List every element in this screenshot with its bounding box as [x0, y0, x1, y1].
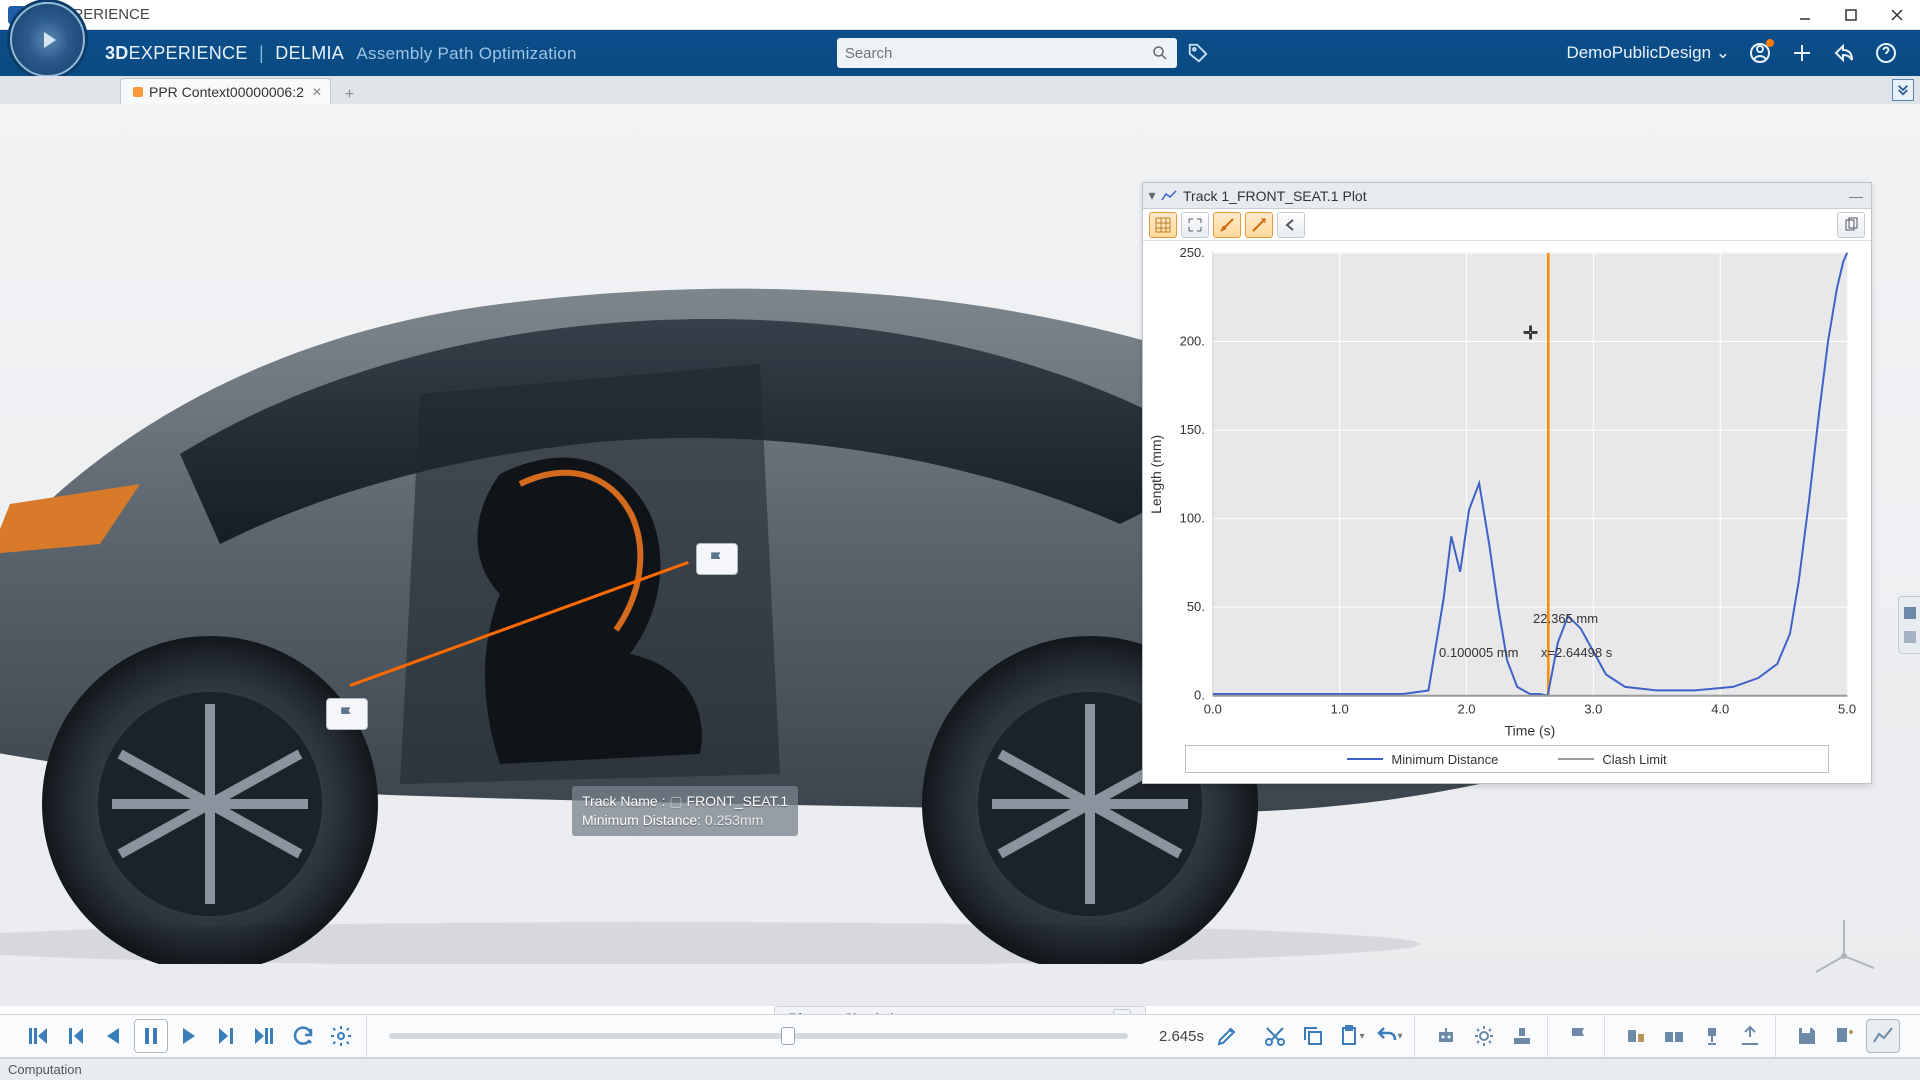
svg-text:Length (mm): Length (mm) [1148, 435, 1164, 514]
play-reverse-button[interactable] [96, 1019, 130, 1053]
svg-text:5.0: 5.0 [1838, 702, 1856, 717]
svg-text:200.: 200. [1180, 334, 1205, 349]
tab-add-button[interactable]: + [339, 86, 360, 104]
window-close-button[interactable] [1874, 0, 1920, 30]
plot-crosshair-icon: ✛ [1523, 323, 1538, 344]
copy-button[interactable] [1296, 1019, 1330, 1053]
time-readout: 2.645s [1150, 1028, 1204, 1045]
tool-flag-button[interactable] [1562, 1019, 1596, 1053]
svg-text:Time (s): Time (s) [1505, 723, 1556, 739]
svg-text:1.0: 1.0 [1331, 702, 1349, 717]
axis-triad-icon [1804, 906, 1884, 986]
plot-annotation-min: 0.100005 mm [1439, 645, 1519, 660]
document-tab[interactable]: PPR Context00000006:2 ✕ [120, 78, 331, 104]
help-icon[interactable] [1874, 41, 1898, 65]
plot-tool-grid[interactable] [1149, 212, 1177, 238]
time-slider[interactable] [389, 1033, 1128, 1039]
plot-tool-marker[interactable] [1245, 212, 1273, 238]
search-icon[interactable] [1151, 44, 1169, 62]
chart-icon [1161, 190, 1177, 202]
skip-end-button[interactable] [248, 1019, 282, 1053]
tool-robot-button[interactable] [1429, 1019, 1463, 1053]
tool-b-button[interactable] [1657, 1019, 1691, 1053]
plot-legend: Minimum Distance Clash Limit [1185, 745, 1829, 773]
tool-a-button[interactable] [1619, 1019, 1653, 1053]
search-field[interactable] [837, 38, 1177, 68]
restore-window-button[interactable] [1892, 79, 1914, 101]
tool-c-button[interactable] [1695, 1019, 1729, 1053]
app-header: 3DEXPERIENCE | DELMIA Assembly Path Opti… [0, 30, 1920, 76]
plot-canvas[interactable]: 0.0 1.0 2.0 3.0 4.0 5.0 0. 50. 100. 150. 200. 250. T… [1143, 241, 1871, 784]
skip-start-button[interactable] [20, 1019, 54, 1053]
step-back-button[interactable] [58, 1019, 92, 1053]
tab-close-button[interactable]: ✕ [312, 85, 322, 99]
paste-button[interactable]: ▾ [1334, 1019, 1368, 1053]
svg-text:0.0: 0.0 [1204, 702, 1222, 717]
plot-menu-button[interactable]: ▾ [1143, 187, 1161, 204]
tool-d-button[interactable] [1733, 1019, 1767, 1053]
svg-text:100.: 100. [1180, 511, 1205, 526]
status-text: Computation [8, 1062, 82, 1077]
flag-marker-end[interactable] [696, 543, 738, 575]
compass-icon[interactable] [10, 2, 85, 77]
window-maximize-button[interactable] [1828, 0, 1874, 30]
svg-text:2.0: 2.0 [1457, 702, 1475, 717]
plot-tool-cursor[interactable] [1213, 212, 1241, 238]
plot-minimize-button[interactable]: — [1841, 188, 1871, 204]
svg-text:4.0: 4.0 [1711, 702, 1729, 717]
time-edit-button[interactable] [1210, 1019, 1244, 1053]
svg-text:3.0: 3.0 [1584, 702, 1602, 717]
share-icon[interactable] [1832, 41, 1856, 65]
legend-label-clash-limit: Clash Limit [1602, 752, 1666, 767]
right-side-toolbar[interactable] [1898, 596, 1920, 654]
svg-text:0.: 0. [1194, 688, 1205, 703]
play-button[interactable] [172, 1019, 206, 1053]
cut-button[interactable] [1258, 1019, 1292, 1053]
plot-area[interactable]: 0.0 1.0 2.0 3.0 4.0 5.0 0. 50. 100. 150. 200. 250. T… [1143, 241, 1871, 783]
measurement-tooltip: Track Name : ▢ FRONT_SEAT.1 Minimum Dist… [572, 786, 798, 836]
plot-tool-back[interactable] [1277, 212, 1305, 238]
plot-annotation-value: 22.365 mm [1533, 611, 1598, 626]
document-tabstrip: PPR Context00000006:2 ✕ + [0, 76, 1920, 104]
plot-toolbar [1143, 209, 1871, 241]
user-menu[interactable]: DemoPublicDesign ⌄ [1566, 43, 1730, 63]
svg-text:250.: 250. [1180, 245, 1205, 260]
tool-assemble-button[interactable] [1505, 1019, 1539, 1053]
step-forward-button[interactable] [210, 1019, 244, 1053]
bottom-toolbar: 2.645s ▾ ▾ [0, 1014, 1920, 1058]
plot-tool-fit[interactable] [1181, 212, 1209, 238]
svg-text:150.: 150. [1180, 422, 1205, 437]
tab-modified-icon [133, 87, 143, 97]
plot-annotation-x: x=2.64498 s [1541, 645, 1612, 660]
tab-label: PPR Context00000006:2 [149, 84, 304, 100]
plot-panel: ▾ Track 1_FRONT_SEAT.1 Plot — 0.0 1.0 2.0 3… [1142, 182, 1872, 784]
window-titlebar: 3DEXPERIENCE [0, 0, 1920, 30]
tool-export-button[interactable] [1828, 1019, 1862, 1053]
plot-titlebar[interactable]: ▾ Track 1_FRONT_SEAT.1 Plot — [1143, 183, 1871, 209]
notifications-icon[interactable] [1748, 41, 1772, 65]
undo-button[interactable]: ▾ [1372, 1019, 1406, 1053]
flag-marker-start[interactable] [326, 698, 368, 730]
tool-gear-button[interactable] [1467, 1019, 1501, 1053]
3d-viewport[interactable]: ❯ [0, 104, 1920, 1006]
plot-title-label: Track 1_FRONT_SEAT.1 Plot [1183, 188, 1367, 204]
svg-text:50.: 50. [1187, 599, 1205, 614]
legend-label-min-distance: Minimum Distance [1391, 752, 1498, 767]
tool-save-button[interactable] [1790, 1019, 1824, 1053]
add-icon[interactable] [1790, 41, 1814, 65]
plot-tool-copy[interactable] [1837, 212, 1865, 238]
settings-button[interactable] [324, 1019, 358, 1053]
tool-chart-button[interactable] [1866, 1019, 1900, 1053]
search-input[interactable] [845, 45, 1151, 62]
pause-button[interactable] [134, 1019, 168, 1053]
window-minimize-button[interactable] [1782, 0, 1828, 30]
brand-label: 3DEXPERIENCE | DELMIA Assembly Path Opti… [105, 43, 577, 64]
status-bar: Computation [0, 1058, 1920, 1080]
loop-button[interactable] [286, 1019, 320, 1053]
tag-icon[interactable] [1187, 42, 1209, 64]
